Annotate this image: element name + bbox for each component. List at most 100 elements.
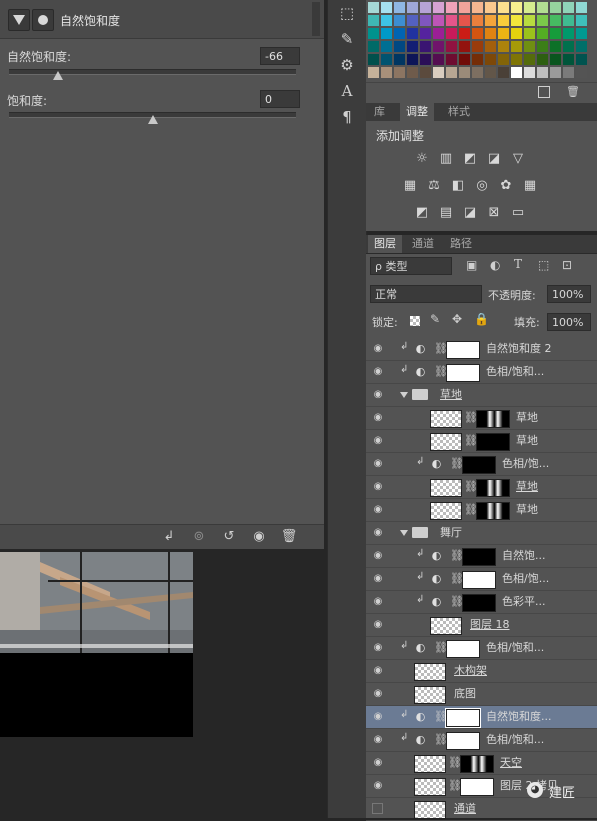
swatch[interactable] xyxy=(472,67,483,78)
layer-thumbnail[interactable] xyxy=(430,617,462,635)
swatch[interactable] xyxy=(498,41,509,52)
layer-row[interactable]: ◉ 木构架 xyxy=(366,660,597,683)
swatch[interactable] xyxy=(407,28,418,39)
swatch[interactable] xyxy=(576,2,587,13)
vibrance-value-field[interactable]: -66 xyxy=(260,47,300,65)
layer-mask-thumbnail[interactable] xyxy=(462,594,496,612)
layer-name[interactable]: 木构架 xyxy=(454,660,594,682)
swatch[interactable] xyxy=(459,41,470,52)
layer-name[interactable]: 舞厅 xyxy=(440,522,594,544)
swatch[interactable] xyxy=(563,67,574,78)
swatch[interactable] xyxy=(537,28,548,39)
layer-row[interactable]: ◉ 底图 xyxy=(366,683,597,706)
layer-mask-icon[interactable] xyxy=(32,9,54,31)
visibility-eye-icon[interactable]: ◉ xyxy=(372,757,384,769)
visibility-eye-icon[interactable]: ◉ xyxy=(372,458,384,470)
lock-transparency-icon[interactable] xyxy=(410,316,420,326)
swatch[interactable] xyxy=(420,2,431,13)
brush-icon[interactable]: ✎ xyxy=(328,26,366,52)
swatch[interactable] xyxy=(446,2,457,13)
swatch[interactable] xyxy=(576,15,587,26)
visibility-eye-icon[interactable]: ◉ xyxy=(372,734,384,746)
swatch[interactable] xyxy=(485,67,496,78)
swatch[interactable] xyxy=(459,54,470,65)
swatch[interactable] xyxy=(394,41,405,52)
visibility-eye-icon[interactable]: ◉ xyxy=(372,435,384,447)
lock-all-icon[interactable]: 🔒 xyxy=(474,312,489,326)
levels-icon[interactable]: ▥ xyxy=(438,151,454,167)
reset-icon[interactable]: ↺ xyxy=(220,528,238,546)
layer-thumbnail[interactable] xyxy=(414,801,446,819)
exposure-icon[interactable]: ◪ xyxy=(486,151,502,167)
filter-kind-select[interactable]: ρ 类型 xyxy=(370,257,452,275)
visibility-eye-icon[interactable]: ◉ xyxy=(372,481,384,493)
swatch[interactable] xyxy=(511,54,522,65)
opacity-field[interactable]: 100% xyxy=(547,285,591,303)
layer-mask-thumbnail[interactable] xyxy=(460,778,494,796)
layer-row[interactable]: ◉ ⛓ 天空 xyxy=(366,752,597,775)
swatch[interactable] xyxy=(576,67,587,78)
swatch[interactable] xyxy=(381,67,392,78)
layer-mask-thumbnail[interactable] xyxy=(460,755,494,773)
visibility-icon[interactable]: ◉ xyxy=(250,528,268,546)
swatch[interactable] xyxy=(446,41,457,52)
tab-channels[interactable]: 通道 xyxy=(406,235,440,253)
layer-name[interactable]: 色相/饱和... xyxy=(486,729,594,751)
layer-name[interactable]: 天空 xyxy=(500,752,594,774)
swatch[interactable] xyxy=(394,28,405,39)
swatch[interactable] xyxy=(433,54,444,65)
swatch[interactable] xyxy=(550,2,561,13)
swatch[interactable] xyxy=(472,54,483,65)
visibility-eye-icon[interactable]: ◉ xyxy=(372,596,384,608)
layer-row[interactable]: ◉ ↲ ◐ ⛓ 色相/饱... xyxy=(366,453,597,476)
visibility-eye-icon[interactable]: ◉ xyxy=(372,665,384,677)
layer-name[interactable]: 图层 18 xyxy=(470,614,594,636)
visibility-eye-icon[interactable]: ◉ xyxy=(372,642,384,654)
swatch[interactable] xyxy=(420,15,431,26)
swatch[interactable] xyxy=(537,15,548,26)
swatch[interactable] xyxy=(420,67,431,78)
selective-icon[interactable]: ⊠ xyxy=(486,205,502,221)
lock-brush-icon[interactable]: ✎ xyxy=(430,312,440,326)
layer-row[interactable]: ◉ ↲ ◐ ⛓ 色相/饱... xyxy=(366,568,597,591)
swatch[interactable] xyxy=(550,15,561,26)
swatch[interactable] xyxy=(576,28,587,39)
new-swatch-icon[interactable] xyxy=(538,86,550,98)
swatch[interactable] xyxy=(407,2,418,13)
layer-thumbnail[interactable] xyxy=(430,479,462,497)
visibility-eye-icon[interactable]: ◉ xyxy=(372,573,384,585)
layer-name[interactable]: 草地 xyxy=(516,430,594,452)
visibility-eye-icon[interactable]: ◉ xyxy=(372,688,384,700)
swatch[interactable] xyxy=(550,54,561,65)
layer-name[interactable]: 自然饱和度... xyxy=(486,706,594,728)
type-filter-icon[interactable]: T xyxy=(514,257,522,271)
swatch[interactable] xyxy=(511,28,522,39)
lock-move-icon[interactable]: ✥ xyxy=(452,312,462,326)
layer-name[interactable]: 色相/饱和... xyxy=(486,361,594,383)
swatch[interactable] xyxy=(537,41,548,52)
swatch[interactable] xyxy=(537,67,548,78)
layer-name[interactable]: 草地 xyxy=(516,499,594,521)
vibrance-icon[interactable]: ▦ xyxy=(402,178,418,194)
swatch[interactable] xyxy=(498,2,509,13)
swatch[interactable] xyxy=(563,28,574,39)
swatch[interactable] xyxy=(485,28,496,39)
swatch[interactable] xyxy=(524,15,535,26)
3d-icon[interactable]: ⬚ xyxy=(328,0,366,26)
swatch[interactable] xyxy=(420,54,431,65)
swatch[interactable] xyxy=(485,2,496,13)
swatch[interactable] xyxy=(368,15,379,26)
layer-name[interactable]: 自然饱... xyxy=(502,545,594,567)
layer-mask-thumbnail[interactable] xyxy=(476,410,510,428)
threshold-icon[interactable]: ◪ xyxy=(462,205,478,221)
adjustment-filter-icon[interactable]: ◐ xyxy=(490,258,500,272)
curves-icon[interactable]: ◩ xyxy=(462,151,478,167)
vibrance-slider-thumb[interactable] xyxy=(52,71,63,80)
visibility-eye-icon[interactable]: ◉ xyxy=(372,711,384,723)
swatch[interactable] xyxy=(381,41,392,52)
layer-mask-thumbnail[interactable] xyxy=(476,502,510,520)
swatch[interactable] xyxy=(394,15,405,26)
delete-swatch-icon[interactable]: 🗑 xyxy=(566,85,580,98)
swatch[interactable] xyxy=(446,54,457,65)
layer-name[interactable]: 草地 xyxy=(516,476,594,498)
